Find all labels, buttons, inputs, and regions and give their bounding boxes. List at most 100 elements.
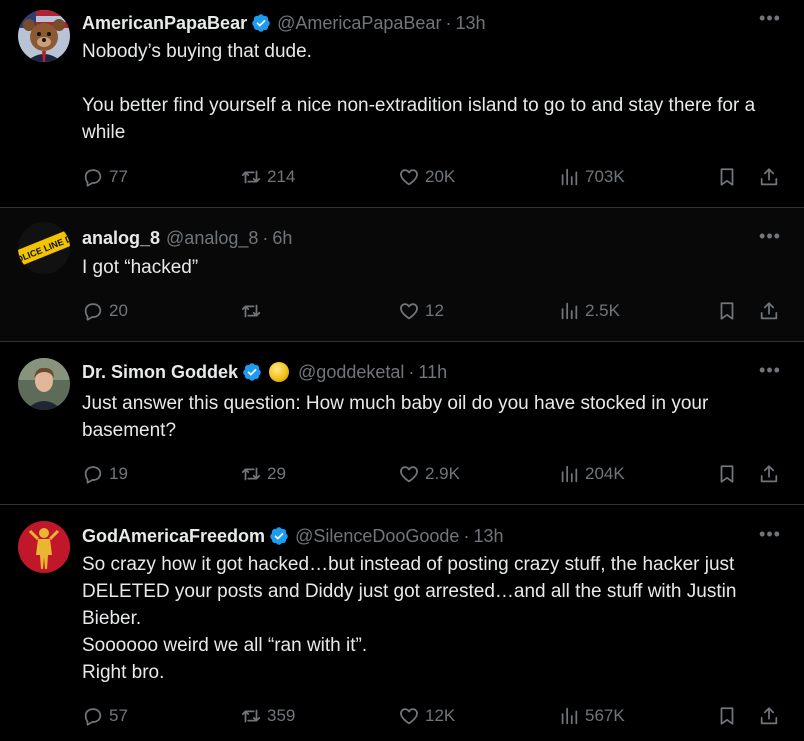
like-count: 12 <box>425 301 444 320</box>
tweet-text: Just answer this question: How much baby… <box>82 393 714 441</box>
verified-badge-icon <box>243 363 261 381</box>
display-name[interactable]: GodAmericaFreedom <box>82 526 265 547</box>
tweet-item[interactable]: Dr. Simon Goddek @goddeketal · 11h ••• J… <box>0 342 804 505</box>
bookmark-icon <box>720 465 734 483</box>
user-handle[interactable]: @AmericaPapaBear <box>277 13 441 34</box>
reply-icon <box>84 708 102 726</box>
bear-avatar-image <box>18 10 70 62</box>
views-button[interactable]: 204K <box>558 462 625 486</box>
like-button[interactable]: 20K <box>398 165 455 189</box>
share-icon <box>760 168 778 186</box>
more-options-icon[interactable]: ••• <box>758 9 782 32</box>
display-name[interactable]: analog_8 <box>82 228 160 249</box>
more-options-icon[interactable]: ••• <box>758 227 782 250</box>
view-count: 204K <box>585 464 625 483</box>
like-count: 12K <box>425 706 456 725</box>
tweet-text: Nobody’s buying that dude. You better fi… <box>82 41 756 143</box>
reply-icon <box>84 303 102 321</box>
timestamp[interactable]: 13h <box>455 13 485 34</box>
separator-dot: · <box>262 227 269 248</box>
action-bar: 20 12 2.5K <box>82 299 784 323</box>
repost-button[interactable]: 29 <box>240 462 286 486</box>
repost-icon <box>241 709 261 723</box>
tweet-header: analog_8 @analog_8 · 6h <box>82 226 744 250</box>
tweet-item[interactable]: POLICE LINE DO analog_8 @analog_8 · 6h •… <box>0 208 804 342</box>
repost-count: 359 <box>267 706 296 725</box>
share-icon <box>760 302 778 320</box>
timestamp[interactable]: 11h <box>418 362 447 383</box>
reply-button[interactable]: 19 <box>82 462 128 486</box>
profile-photo-image <box>18 358 70 410</box>
avatar[interactable]: POLICE LINE DO <box>18 222 70 274</box>
bookmark-icon <box>720 302 734 320</box>
repost-button[interactable] <box>240 299 267 323</box>
repost-button[interactable]: 359 <box>240 704 295 728</box>
user-handle[interactable]: @analog_8 <box>166 228 258 249</box>
bookmark-icon <box>720 707 734 725</box>
bookmark-button[interactable] <box>716 165 738 189</box>
views-button[interactable]: 703K <box>558 165 625 189</box>
share-button[interactable] <box>758 165 780 189</box>
reply-count: 77 <box>109 167 128 186</box>
display-name[interactable]: AmericanPapaBear <box>82 13 247 34</box>
like-button[interactable]: 12K <box>398 704 455 728</box>
view-count: 2.5K <box>585 301 620 320</box>
golden-figure-avatar-image <box>18 521 70 573</box>
like-count: 20K <box>425 167 456 186</box>
like-button[interactable]: 12 <box>398 299 444 323</box>
more-options-icon[interactable]: ••• <box>758 525 782 548</box>
reply-count: 57 <box>109 706 128 725</box>
reply-button[interactable]: 20 <box>82 299 128 323</box>
verified-badge-icon <box>252 14 270 32</box>
views-button[interactable]: 567K <box>558 704 625 728</box>
views-chart-icon <box>561 465 578 483</box>
separator-dot: · <box>445 12 452 33</box>
reply-count: 19 <box>109 464 128 483</box>
views-chart-icon <box>561 707 578 725</box>
heart-icon <box>400 169 418 186</box>
reply-button[interactable]: 57 <box>82 704 128 728</box>
tweet-header: Dr. Simon Goddek @goddeketal · 11h <box>82 360 744 384</box>
tweet-item[interactable]: AmericanPapaBear @AmericaPapaBear · 13h … <box>0 0 804 208</box>
heart-icon <box>400 708 418 725</box>
repost-count: 29 <box>267 464 286 483</box>
reply-icon <box>84 466 102 484</box>
repost-icon <box>241 170 261 184</box>
timestamp[interactable]: 6h <box>272 228 292 249</box>
avatar[interactable] <box>18 10 70 62</box>
share-button[interactable] <box>758 704 780 728</box>
user-handle[interactable]: @goddeketal <box>298 362 404 383</box>
reply-count: 20 <box>109 301 128 320</box>
avatar[interactable] <box>18 358 70 410</box>
views-chart-icon <box>561 302 578 320</box>
more-options-icon[interactable]: ••• <box>758 361 782 384</box>
timestamp[interactable]: 13h <box>473 526 503 547</box>
heart-icon <box>400 303 418 320</box>
display-name[interactable]: Dr. Simon Goddek <box>82 362 238 383</box>
repost-button[interactable]: 214 <box>240 165 295 189</box>
share-icon <box>760 707 778 725</box>
views-button[interactable]: 2.5K <box>558 299 620 323</box>
share-icon <box>760 465 778 483</box>
share-button[interactable] <box>758 462 780 486</box>
tweet-text: I got “hacked” <box>82 257 199 278</box>
bookmark-button[interactable] <box>716 299 738 323</box>
bookmark-button[interactable] <box>716 704 738 728</box>
view-count: 567K <box>585 706 625 725</box>
action-bar: 19 29 2.9K 204K <box>82 462 784 486</box>
police-tape-avatar-image: POLICE LINE DO <box>18 222 70 274</box>
reply-button[interactable]: 77 <box>82 165 128 189</box>
reply-icon <box>84 169 102 187</box>
user-handle[interactable]: @SilenceDooGoode <box>295 526 459 547</box>
bookmark-button[interactable] <box>716 462 738 486</box>
repost-icon <box>241 304 261 318</box>
avatar[interactable] <box>18 521 70 573</box>
coin-emoji-icon <box>269 362 290 382</box>
like-button[interactable]: 2.9K <box>398 462 460 486</box>
share-button[interactable] <box>758 299 780 323</box>
repost-icon <box>241 467 261 481</box>
tweet-item[interactable]: GodAmericaFreedom @SilenceDooGoode · 13h… <box>0 505 804 741</box>
bookmark-icon <box>720 168 734 186</box>
view-count: 703K <box>585 167 625 186</box>
tweet-header: AmericanPapaBear @AmericaPapaBear · 13h <box>82 11 744 35</box>
